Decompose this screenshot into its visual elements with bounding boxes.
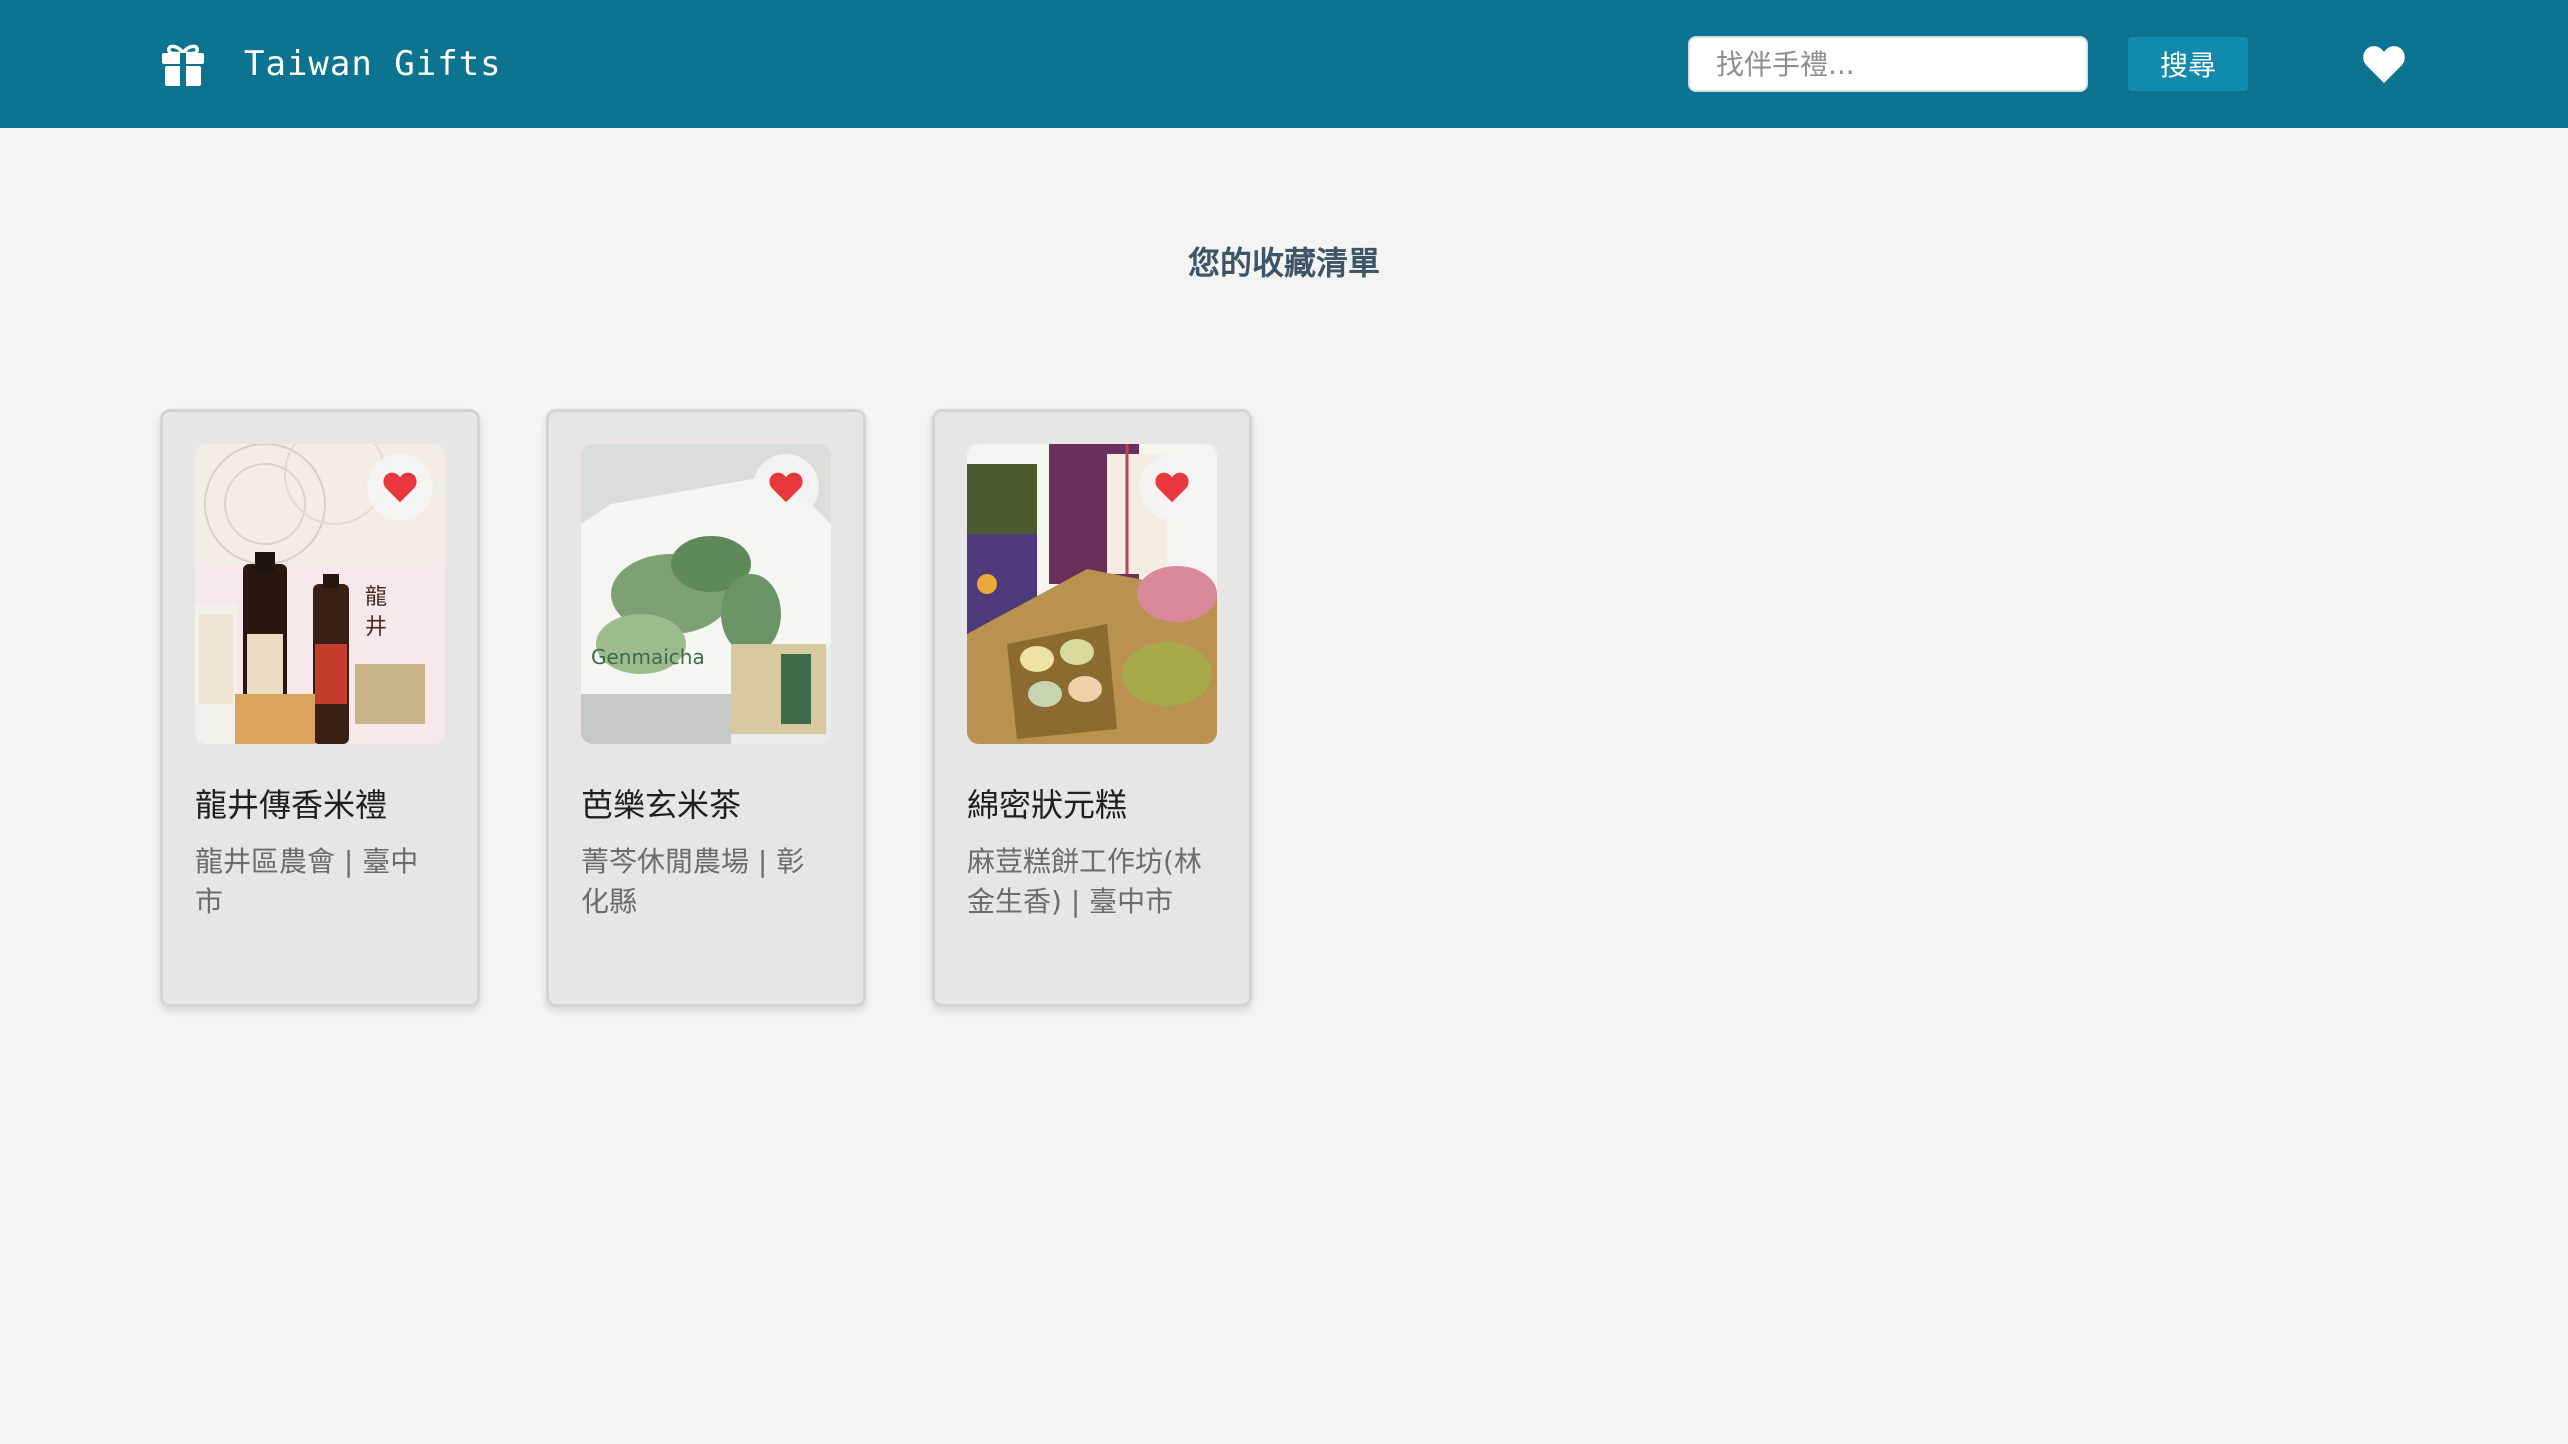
- top-navbar: Taiwan Gifts 搜尋: [0, 0, 2568, 128]
- favorite-toggle[interactable]: [753, 454, 819, 520]
- svg-text:Genmaicha: Genmaicha: [591, 645, 705, 669]
- brand-name: Taiwan Gifts: [244, 44, 502, 84]
- heart-icon: [383, 472, 417, 503]
- product-title[interactable]: 綿密狀元糕: [967, 780, 1223, 826]
- product-image[interactable]: [967, 444, 1217, 744]
- favorite-toggle[interactable]: [1139, 454, 1205, 520]
- product-meta: 菁芩休閒農場 | 彰化縣: [581, 845, 805, 918]
- product-card[interactable]: 龍 井 龍井傳香米禮 龍井區農會 | 臺中市: [160, 409, 480, 1007]
- brand[interactable]: Taiwan Gifts: [160, 0, 502, 128]
- search-input[interactable]: [1688, 36, 2088, 92]
- product-image[interactable]: Genmaicha: [581, 444, 831, 744]
- product-meta: 龍井區農會 | 臺中市: [195, 845, 419, 918]
- heart-icon: [1155, 472, 1189, 503]
- product-card[interactable]: 綿密狀元糕 麻荳糕餅工作坊(林金生香) | 臺中市: [932, 409, 1252, 1007]
- product-image[interactable]: 龍 井: [195, 444, 445, 744]
- favorite-toggle[interactable]: [367, 454, 433, 520]
- page-title: 您的收藏清單: [1187, 244, 1380, 282]
- heart-icon[interactable]: [2362, 44, 2406, 84]
- heart-icon: [769, 472, 803, 503]
- product-title[interactable]: 龍井傳香米禮: [195, 780, 451, 826]
- product-title[interactable]: 芭樂玄米茶: [581, 780, 837, 826]
- product-card[interactable]: Genmaicha 芭樂玄米茶 菁芩休閒農場 | 彰化縣: [546, 409, 866, 1007]
- product-meta: 麻荳糕餅工作坊(林金生香) | 臺中市: [967, 845, 1202, 918]
- svg-text:井: 井: [365, 615, 387, 640]
- svg-text:龍: 龍: [365, 585, 387, 610]
- gift-icon: [162, 44, 204, 86]
- search-button[interactable]: 搜尋: [2128, 37, 2248, 91]
